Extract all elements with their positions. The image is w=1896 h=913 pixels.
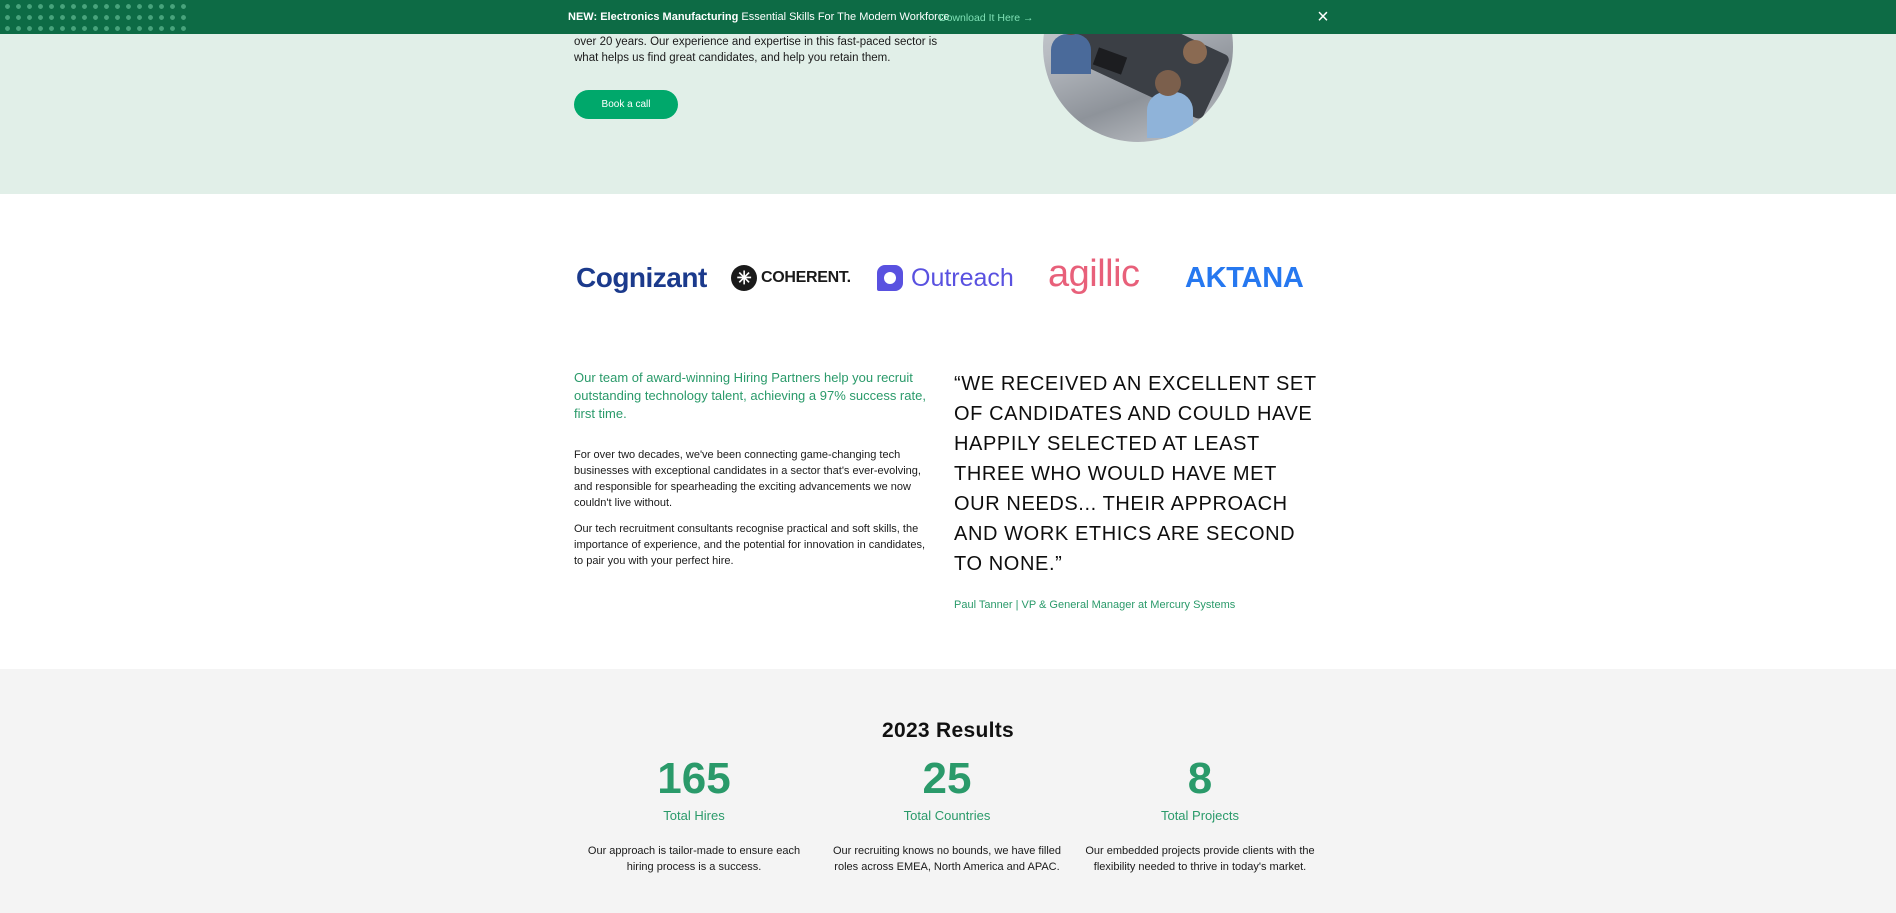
stat-label: Total Projects xyxy=(1160,808,1240,823)
testimonial-quote: “WE RECEIVED AN EXCELLENT SET OF CANDIDA… xyxy=(954,373,1317,575)
photo-person-head xyxy=(1155,70,1181,96)
download-link[interactable]: Download It Here → xyxy=(939,12,1034,24)
intro-lead: Our team of award-winning Hiring Partner… xyxy=(574,370,926,421)
intro-paragraph: Our tech recruitment consultants recogni… xyxy=(574,523,926,567)
banner-bold-text: Electronics Manufacturing xyxy=(600,11,739,23)
banner-message: NEW: Electronics Manufacturing Essential… xyxy=(568,11,949,23)
cognizant-logo: Cognizant xyxy=(576,262,707,293)
hero-text: over 20 years. Our experience and expert… xyxy=(574,36,938,64)
close-icon[interactable]: × xyxy=(1312,6,1334,28)
stat-description: Our recruiting knows no bounds, we have … xyxy=(832,845,1062,873)
photo-person xyxy=(1051,34,1091,74)
stat-number: 165 xyxy=(657,754,731,803)
dot-pattern-decoration xyxy=(0,0,190,34)
stat-description: Our approach is tailor-made to ensure ea… xyxy=(587,845,801,873)
stat-label: Total Hires xyxy=(663,808,725,823)
photo-person xyxy=(1147,92,1193,138)
outreach-wordmark: Outreach xyxy=(911,263,1014,292)
coherent-mark-icon: ✳ xyxy=(731,265,757,291)
book-call-button[interactable]: Book a call xyxy=(574,90,678,119)
coherent-logo: ✳ COHERENT. xyxy=(731,255,851,301)
stat-number: 8 xyxy=(1187,754,1213,803)
agillic-logo: agillic xyxy=(1048,252,1140,295)
results-section: 2023 Results 165 Total Hires Our approac… xyxy=(0,669,1896,913)
intro-paragraph: For over two decades, we've been connect… xyxy=(574,449,921,509)
outreach-logo: Outreach xyxy=(877,255,1014,301)
outreach-mark-icon xyxy=(877,265,903,291)
banner-text: Essential Skills For The Modern Workforc… xyxy=(741,11,950,23)
stat-total-hires: 165 Total Hires Our approach is tailor-m… xyxy=(574,754,814,875)
testimonial-author: Paul Tanner | VP & General Manager at Me… xyxy=(954,599,1236,611)
coherent-wordmark: COHERENT. xyxy=(761,269,851,286)
results-title: 2023 Results xyxy=(881,719,1014,742)
photo-person-head xyxy=(1183,40,1207,64)
aktana-logo: AKTANA xyxy=(1185,261,1304,294)
client-logos: Cognizant ✳ COHERENT. Outreach agillic A… xyxy=(574,253,1318,301)
banner-prefix: NEW: xyxy=(568,11,598,23)
stat-description: Our embedded projects provide clients wi… xyxy=(1085,845,1315,873)
stat-total-countries: 25 Total Countries Our recruiting knows … xyxy=(827,754,1067,875)
stat-label: Total Countries xyxy=(903,808,991,823)
stat-number: 25 xyxy=(922,754,972,803)
stat-total-projects: 8 Total Projects Our embedded projects p… xyxy=(1080,754,1320,875)
announcement-banner: NEW: Electronics Manufacturing Essential… xyxy=(0,0,1896,34)
